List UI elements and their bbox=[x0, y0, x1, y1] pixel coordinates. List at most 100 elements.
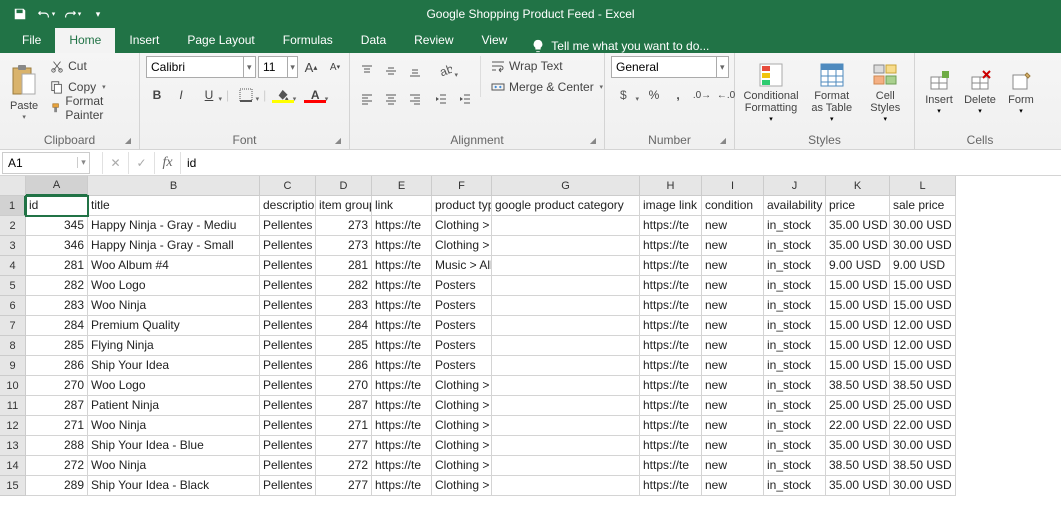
cell[interactable]: in_stock bbox=[764, 316, 826, 336]
cell[interactable]: 271 bbox=[26, 416, 88, 436]
tab-page-layout[interactable]: Page Layout bbox=[173, 28, 268, 53]
row-header[interactable]: 13 bbox=[0, 436, 26, 456]
cell[interactable]: new bbox=[702, 456, 764, 476]
cell[interactable]: in_stock bbox=[764, 256, 826, 276]
format-cells-button[interactable]: Form▾ bbox=[1003, 56, 1039, 130]
row-header[interactable]: 15 bbox=[0, 476, 26, 496]
cell[interactable]: https://te bbox=[640, 256, 702, 276]
cell[interactable] bbox=[492, 396, 640, 416]
cell[interactable]: 38.50 USD bbox=[826, 456, 890, 476]
cell[interactable]: 15.00 USD bbox=[890, 356, 956, 376]
cell[interactable]: in_stock bbox=[764, 356, 826, 376]
cell[interactable]: 271 bbox=[316, 416, 372, 436]
cell[interactable]: 283 bbox=[316, 296, 372, 316]
cell[interactable]: in_stock bbox=[764, 456, 826, 476]
row-header[interactable]: 12 bbox=[0, 416, 26, 436]
column-header[interactable]: I bbox=[702, 176, 764, 196]
cell[interactable]: 282 bbox=[26, 276, 88, 296]
cell[interactable]: 284 bbox=[316, 316, 372, 336]
cell[interactable]: 38.50 USD bbox=[826, 376, 890, 396]
cell[interactable]: Pellentes bbox=[260, 436, 316, 456]
cell[interactable]: 30.00 USD bbox=[890, 216, 956, 236]
cell[interactable]: https://te bbox=[372, 256, 432, 276]
column-header[interactable]: E bbox=[372, 176, 432, 196]
cell[interactable]: new bbox=[702, 396, 764, 416]
cell[interactable]: https://te bbox=[640, 396, 702, 416]
enter-formula-icon[interactable]: ✓ bbox=[128, 152, 154, 174]
cell[interactable]: Pellentes bbox=[260, 456, 316, 476]
undo-icon[interactable]: ▾ bbox=[34, 3, 58, 25]
cell[interactable]: in_stock bbox=[764, 296, 826, 316]
number-format-input[interactable] bbox=[612, 60, 716, 74]
tab-data[interactable]: Data bbox=[347, 28, 400, 53]
orientation-button[interactable]: ab▾ bbox=[430, 60, 460, 82]
cell[interactable]: availability bbox=[764, 196, 826, 216]
cell[interactable]: Pellentes bbox=[260, 396, 316, 416]
row-header[interactable]: 5 bbox=[0, 276, 26, 296]
cell[interactable]: https://te bbox=[640, 456, 702, 476]
cell[interactable]: 30.00 USD bbox=[890, 476, 956, 496]
cut-button[interactable]: Cut bbox=[46, 56, 133, 76]
qat-customize-icon[interactable]: ▾ bbox=[86, 3, 110, 25]
cell[interactable]: 272 bbox=[316, 456, 372, 476]
cell[interactable] bbox=[492, 476, 640, 496]
cell[interactable]: Pellentes bbox=[260, 416, 316, 436]
save-icon[interactable] bbox=[8, 3, 32, 25]
cell[interactable]: in_stock bbox=[764, 416, 826, 436]
row-header[interactable]: 1 bbox=[0, 196, 26, 216]
cell[interactable] bbox=[492, 376, 640, 396]
cell[interactable]: Pellentes bbox=[260, 256, 316, 276]
cell[interactable] bbox=[492, 296, 640, 316]
cell[interactable]: https://te bbox=[640, 376, 702, 396]
cell[interactable] bbox=[492, 356, 640, 376]
column-header[interactable]: F bbox=[432, 176, 492, 196]
align-middle-icon[interactable] bbox=[380, 60, 402, 82]
tab-insert[interactable]: Insert bbox=[115, 28, 173, 53]
cell[interactable]: https://te bbox=[372, 236, 432, 256]
cell[interactable]: price bbox=[826, 196, 890, 216]
cell[interactable]: https://te bbox=[372, 456, 432, 476]
cell[interactable]: new bbox=[702, 416, 764, 436]
cell[interactable]: https://te bbox=[640, 276, 702, 296]
cell[interactable]: 9.00 USD bbox=[826, 256, 890, 276]
cell[interactable] bbox=[492, 216, 640, 236]
cell[interactable]: Premium Quality bbox=[88, 316, 260, 336]
font-launcher-icon[interactable]: ◢ bbox=[333, 136, 343, 146]
row-header[interactable]: 4 bbox=[0, 256, 26, 276]
cell[interactable]: Posters bbox=[432, 296, 492, 316]
insert-cells-button[interactable]: Insert▾ bbox=[921, 56, 957, 130]
cell[interactable]: in_stock bbox=[764, 436, 826, 456]
cell[interactable]: title bbox=[88, 196, 260, 216]
cell[interactable] bbox=[492, 416, 640, 436]
cell[interactable]: Posters bbox=[432, 276, 492, 296]
cell[interactable]: new bbox=[702, 256, 764, 276]
cell[interactable]: 288 bbox=[26, 436, 88, 456]
cell[interactable]: new bbox=[702, 476, 764, 496]
cell[interactable] bbox=[492, 236, 640, 256]
cell[interactable]: new bbox=[702, 356, 764, 376]
column-header[interactable]: K bbox=[826, 176, 890, 196]
cell[interactable]: Pellentes bbox=[260, 216, 316, 236]
cell[interactable]: 12.00 USD bbox=[890, 336, 956, 356]
cell[interactable]: in_stock bbox=[764, 236, 826, 256]
cell-styles-button[interactable]: Cell Styles▾ bbox=[862, 56, 908, 130]
cell[interactable]: 35.00 USD bbox=[826, 436, 890, 456]
cell[interactable] bbox=[492, 316, 640, 336]
row-header[interactable]: 9 bbox=[0, 356, 26, 376]
column-header[interactable]: G bbox=[492, 176, 640, 196]
cell[interactable]: 273 bbox=[316, 236, 372, 256]
cell[interactable]: https://te bbox=[640, 296, 702, 316]
cell[interactable]: new bbox=[702, 336, 764, 356]
row-header[interactable]: 14 bbox=[0, 456, 26, 476]
cell[interactable]: 285 bbox=[26, 336, 88, 356]
cell[interactable]: https://te bbox=[640, 416, 702, 436]
column-header[interactable]: A bbox=[26, 176, 88, 196]
cell[interactable]: item group id bbox=[316, 196, 372, 216]
cell[interactable]: new bbox=[702, 316, 764, 336]
cell[interactable]: 282 bbox=[316, 276, 372, 296]
cell[interactable]: 30.00 USD bbox=[890, 236, 956, 256]
cell[interactable]: 272 bbox=[26, 456, 88, 476]
chevron-down-icon[interactable]: ▾ bbox=[243, 57, 255, 77]
cell[interactable]: Music > Albums bbox=[432, 256, 492, 276]
column-header[interactable]: B bbox=[88, 176, 260, 196]
